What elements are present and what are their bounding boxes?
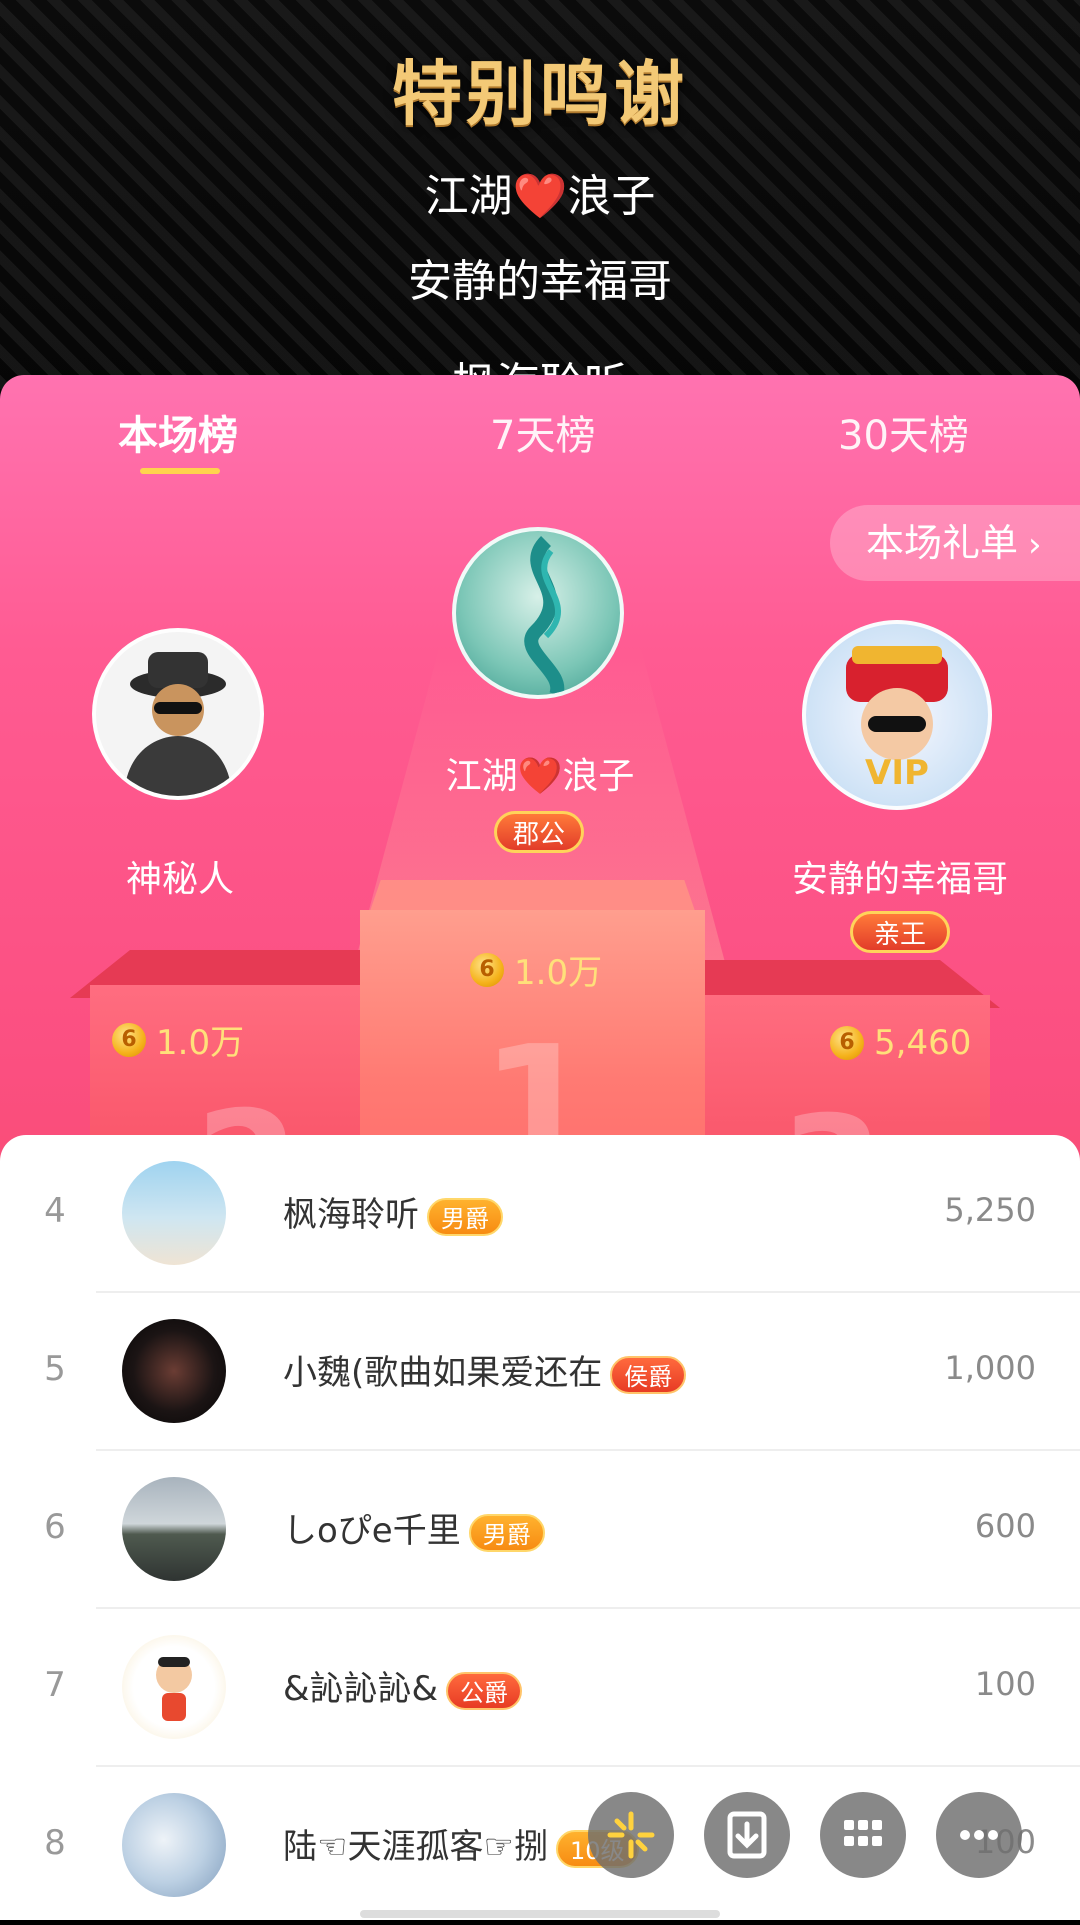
second-place-avatar[interactable]	[92, 628, 264, 800]
avatar[interactable]	[122, 1477, 226, 1581]
nickname: &訫訫訫& 公爵	[283, 1661, 523, 1710]
contribution-value: 1,000	[944, 1349, 1036, 1387]
grid-icon	[844, 1820, 882, 1846]
vip-character-icon: VIP	[846, 646, 948, 793]
sparkle-button[interactable]	[588, 1792, 674, 1878]
active-tab-indicator	[140, 468, 220, 474]
rank-number: 6	[44, 1507, 66, 1547]
list-item[interactable]: 7 &訫訫訫& 公爵 100	[0, 1609, 1080, 1767]
second-place-score: 6 1.0万	[112, 1015, 244, 1064]
list-item[interactable]: 5 小魏(歌曲如果爱还在 侯爵 1,000	[0, 1293, 1080, 1451]
first-place-badge: 郡公	[494, 811, 584, 853]
rank-number: 5	[44, 1349, 66, 1389]
ranking-list: 4 枫海聆听 男爵 5,250 5 小魏(歌曲如果爱还在 侯爵 1,000 6 しo…	[0, 1135, 1080, 1920]
credits-title: 特别鸣谢	[392, 53, 688, 135]
first-place-name: 江湖❤️浪子	[445, 756, 635, 797]
nickname: 枫海聆听 男爵	[283, 1187, 503, 1236]
coin-icon: 6	[830, 1025, 864, 1060]
credit-name-2: 安静的幸福哥	[408, 256, 672, 307]
avatar[interactable]	[122, 1161, 226, 1265]
contribution-value: 100	[974, 1665, 1036, 1703]
level-badge: 男爵	[427, 1197, 503, 1236]
coin-icon: 6	[112, 1022, 146, 1057]
credits-section: 特别鸣谢 江湖❤️浪子 安静的幸福哥 枫海聆听	[0, 0, 1080, 420]
coin-icon: 6	[470, 952, 504, 987]
third-place-name: 安静的幸福哥	[791, 859, 1008, 900]
mystery-person-icon	[124, 652, 232, 796]
download-button[interactable]	[704, 1792, 790, 1878]
rank-number: 4	[44, 1191, 66, 1231]
level-badge: 侯爵	[610, 1355, 687, 1394]
chevron-right-icon: ›	[1028, 525, 1042, 565]
more-icon	[960, 1830, 998, 1840]
more-button[interactable]	[936, 1792, 1022, 1878]
nickname: 陆☜天涯孤客☞捌10级	[283, 1819, 639, 1868]
gift-list-label: 本场礼单	[866, 521, 1019, 565]
gift-list-button[interactable]: 本场礼单 ›	[830, 505, 1080, 581]
rank-number: 7	[44, 1665, 66, 1705]
avatar[interactable]	[122, 1793, 226, 1897]
first-place-score: 6 1.0万	[470, 945, 602, 994]
list-item[interactable]: 8 陆☜天涯孤客☞捌10级 100	[0, 1767, 1080, 1925]
tab-this-session[interactable]: 本场榜	[118, 403, 238, 461]
sparkle-icon	[607, 1811, 655, 1859]
dragon-icon	[524, 536, 565, 695]
download-icon	[727, 1811, 767, 1859]
tab-7-days[interactable]: 7天榜	[490, 403, 595, 461]
list-item[interactable]: 4 枫海聆听 男爵 5,250	[0, 1135, 1080, 1293]
contribution-value: 600	[974, 1507, 1036, 1545]
contribution-value: 5,250	[944, 1191, 1036, 1229]
cartoon-avatar-icon	[156, 1657, 192, 1721]
first-place-avatar[interactable]	[452, 527, 624, 699]
home-indicator	[360, 1910, 720, 1918]
level-badge: 公爵	[446, 1671, 523, 1710]
rank-number: 8	[44, 1823, 66, 1863]
avatar[interactable]	[122, 1635, 226, 1739]
third-place-avatar[interactable]: VIP	[802, 620, 992, 810]
list-item[interactable]: 6 しoぴe千里 男爵 600	[0, 1451, 1080, 1609]
nickname: 小魏(歌曲如果爱还在 侯爵	[283, 1345, 687, 1394]
third-place-score: 6 5,460	[830, 1021, 971, 1063]
grid-button[interactable]	[820, 1792, 906, 1878]
credit-name-1: 江湖❤️浪子	[424, 171, 656, 222]
level-badge: 男爵	[468, 1513, 545, 1552]
ranking-tabs: 本场榜 7天榜 30天榜	[0, 375, 1080, 500]
second-place-name: 神秘人	[125, 859, 234, 900]
nickname: しoぴe千里 男爵	[283, 1503, 545, 1552]
svg-text:VIP: VIP	[865, 753, 929, 793]
avatar[interactable]	[122, 1319, 226, 1423]
third-place-badge: 亲王	[850, 911, 950, 953]
tab-30-days[interactable]: 30天榜	[838, 403, 969, 461]
